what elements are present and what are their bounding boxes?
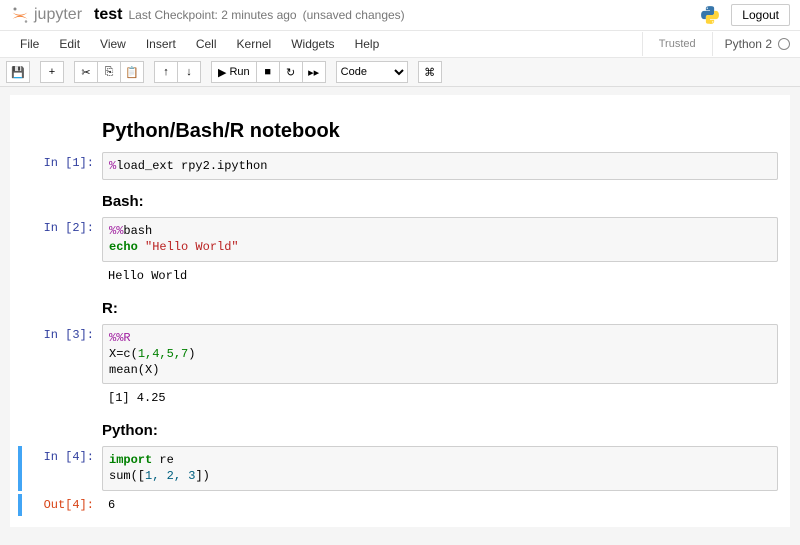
menu-widgets[interactable]: Widgets	[281, 31, 344, 57]
restart-button[interactable]: ↻	[279, 61, 303, 83]
code-input[interactable]: %load_ext rpy2.ipython	[102, 152, 778, 180]
jupyter-logo[interactable]: jupyter	[10, 5, 82, 25]
play-icon: ▶	[218, 66, 226, 79]
in-prompt: In [4]:	[22, 446, 102, 490]
code-cell[interactable]: In [3]: %%R X=c(1,4,5,7) mean(X)	[22, 324, 778, 385]
menu-insert[interactable]: Insert	[136, 31, 186, 57]
run-button[interactable]: ▶ Run	[211, 61, 257, 83]
notebook-container: Python/Bash/R notebook In [1]: %load_ext…	[10, 95, 790, 527]
restart-run-all-button[interactable]: ▸▸	[302, 61, 326, 83]
run-label: Run	[229, 66, 249, 78]
stdout: [1] 4.25	[102, 387, 778, 409]
output-area: Hello World	[22, 265, 778, 287]
out-prompt: Out[4]:	[22, 494, 102, 516]
code-cell[interactable]: In [2]: %%bash echo "Hello World"	[22, 217, 778, 261]
in-prompt: In [1]:	[22, 152, 102, 180]
unsaved-text: (unsaved changes)	[303, 8, 405, 22]
markdown-cell[interactable]: R:	[22, 290, 778, 321]
add-cell-button[interactable]: +	[40, 61, 64, 83]
trusted-indicator[interactable]: Trusted	[642, 32, 713, 56]
section-bash: Bash:	[102, 193, 778, 210]
section-r: R:	[102, 300, 778, 317]
menu-edit[interactable]: Edit	[49, 31, 90, 57]
logout-button[interactable]: Logout	[731, 4, 790, 26]
kernel-indicator[interactable]: Python 2	[713, 37, 790, 51]
interrupt-button[interactable]: ■	[256, 61, 280, 83]
paste-button[interactable]: 📋	[120, 61, 144, 83]
code-input[interactable]: import re sum([1, 2, 3])	[102, 446, 778, 490]
jupyter-icon	[10, 5, 30, 25]
save-button[interactable]: 💾	[6, 61, 30, 83]
menu-file[interactable]: File	[10, 31, 49, 57]
stdout: Hello World	[102, 265, 778, 287]
result: 6	[102, 494, 778, 516]
python-icon	[699, 4, 721, 26]
kernel-status-icon	[778, 38, 790, 50]
logo-text: jupyter	[34, 6, 82, 24]
menu-kernel[interactable]: Kernel	[227, 31, 282, 57]
move-up-button[interactable]: ↑	[154, 61, 178, 83]
cell-type-select[interactable]: Code	[336, 61, 408, 83]
notebook-title[interactable]: test	[94, 6, 122, 24]
output-area: [1] 4.25	[22, 387, 778, 409]
code-input[interactable]: %%R X=c(1,4,5,7) mean(X)	[102, 324, 778, 385]
output-area: Out[4]: 6	[18, 494, 778, 516]
in-prompt: In [3]:	[22, 324, 102, 385]
menu-view[interactable]: View	[90, 31, 136, 57]
markdown-cell[interactable]: Python/Bash/R notebook	[22, 106, 778, 149]
nb-title-h1: Python/Bash/R notebook	[102, 120, 778, 143]
section-python: Python:	[102, 422, 778, 439]
markdown-cell[interactable]: Bash:	[22, 183, 778, 214]
command-palette-button[interactable]: ⌘	[418, 61, 442, 83]
menu-cell[interactable]: Cell	[186, 31, 227, 57]
in-prompt: In [2]:	[22, 217, 102, 261]
markdown-cell[interactable]: Python:	[22, 412, 778, 443]
kernel-name: Python 2	[725, 37, 772, 51]
code-input[interactable]: %%bash echo "Hello World"	[102, 217, 778, 261]
cut-button[interactable]: ✂	[74, 61, 98, 83]
move-down-button[interactable]: ↓	[177, 61, 201, 83]
menu-help[interactable]: Help	[345, 31, 390, 57]
code-cell[interactable]: In [4]: import re sum([1, 2, 3])	[18, 446, 778, 490]
code-cell[interactable]: In [1]: %load_ext rpy2.ipython	[22, 152, 778, 180]
copy-button[interactable]: ⎘	[97, 61, 121, 83]
checkpoint-text: Last Checkpoint: 2 minutes ago	[128, 8, 296, 22]
